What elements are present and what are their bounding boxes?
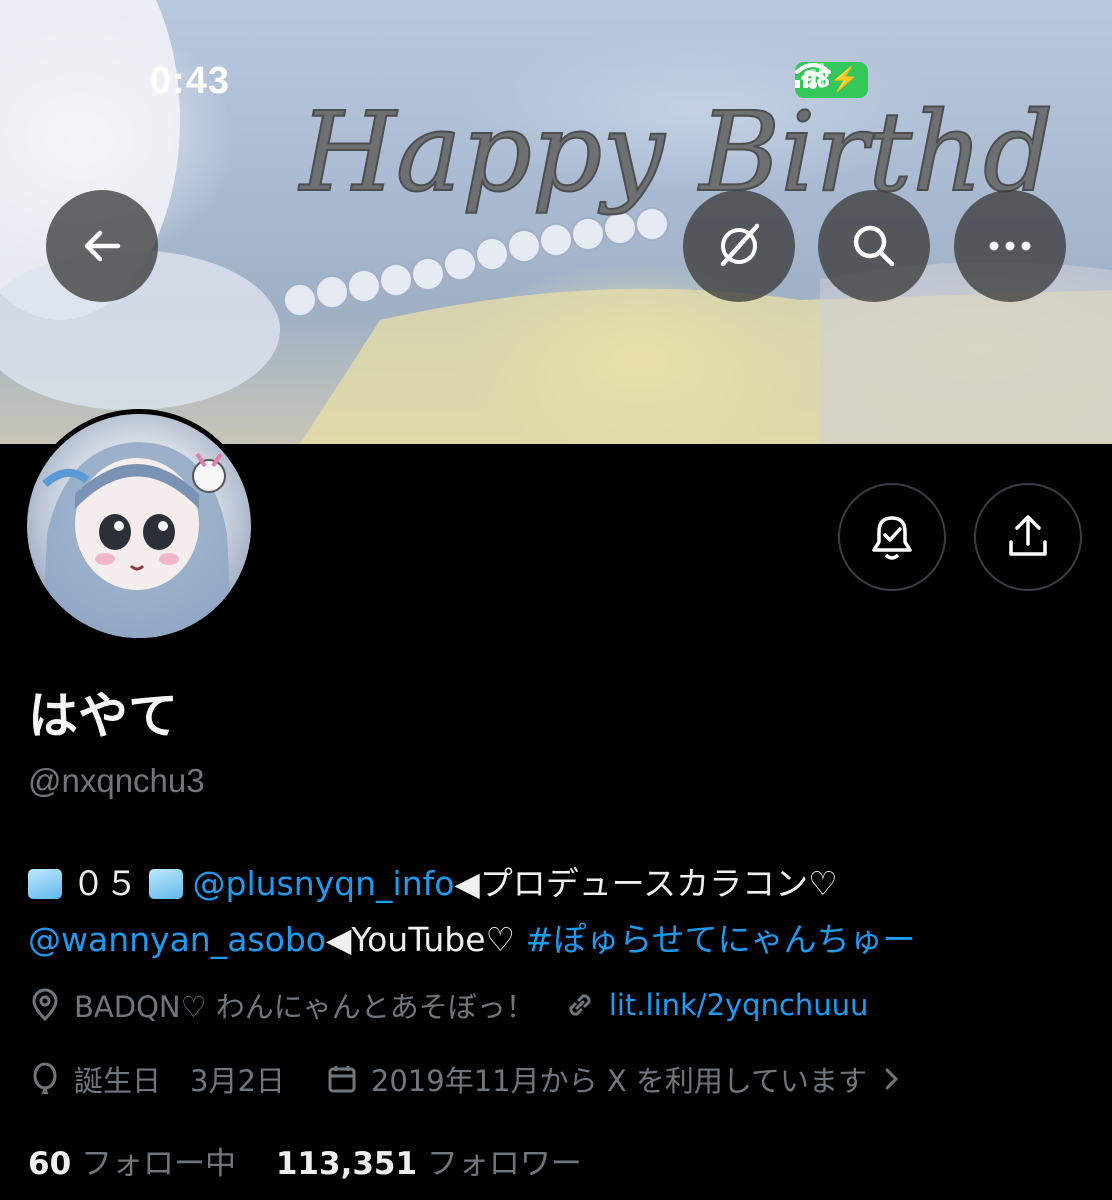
- bio-number: ０５: [72, 864, 138, 903]
- search-button[interactable]: [818, 190, 930, 302]
- profile-bio: ０５ @plusnyqn_info◀︎プロデュースカラコン♡ @wannyan_…: [28, 856, 1098, 968]
- profile-banner[interactable]: Happy Birthd 0:43 98⚡: [0, 0, 1112, 444]
- arrow-left-icon: [84, 230, 121, 262]
- calendar-icon: [328, 1066, 356, 1093]
- status-time: 0:43: [150, 60, 231, 102]
- share-button[interactable]: [974, 483, 1082, 591]
- chevron-right-icon[interactable]: [881, 1064, 903, 1094]
- location-text: BADQN♡ わんにゃんとあそぼっ！: [74, 990, 535, 1024]
- status-icons: 98⚡: [795, 62, 868, 98]
- bio-text: ◀︎YouTube♡: [325, 920, 526, 959]
- hashtag-link[interactable]: #ぽゅらせてにゃんちゅー: [526, 920, 916, 959]
- joined-text: 2019年11月から X を利用しています: [370, 1064, 868, 1098]
- avatar-illustration: [27, 414, 251, 638]
- grok-icon: [720, 223, 760, 267]
- mention-link[interactable]: @wannyan_asobo: [28, 920, 326, 959]
- profile-handle: @nxqnchu3: [28, 762, 205, 799]
- share-icon: [1009, 515, 1047, 556]
- followers-label: フォロワー: [426, 1146, 582, 1182]
- bell-check-icon: [872, 516, 912, 560]
- bio-text: ◀︎プロデュースカラコン♡: [454, 864, 838, 903]
- location-icon: [32, 988, 58, 1022]
- notification-button[interactable]: [838, 483, 946, 591]
- link-icon: [569, 994, 591, 1016]
- bio-line-2: @wannyan_asobo◀︎YouTube♡ #ぽゅらせてにゃんちゅー: [28, 912, 1098, 968]
- ice-cube-emoji: [28, 869, 62, 899]
- ice-cube-emoji: [148, 869, 183, 899]
- profile-avatar[interactable]: [22, 409, 256, 643]
- profile-meta-row: BADQN♡ わんにゃんとあそぼっ！ lit.link/2yqnchuuu: [28, 984, 868, 1026]
- following-label: フォロー中: [81, 1146, 236, 1182]
- followers-count: 113,351: [275, 1146, 418, 1182]
- more-icon: [989, 241, 1031, 251]
- mention-link[interactable]: @plusnyqn_info: [193, 864, 455, 903]
- grok-button[interactable]: [683, 190, 795, 302]
- bio-line-1: ０５ @plusnyqn_info◀︎プロデュースカラコン♡: [28, 856, 1098, 912]
- profile-meta-row: 誕生日 3月2日 2019年11月から X を利用しています: [28, 1058, 903, 1100]
- birthday-text: 誕生日 3月2日: [74, 1064, 285, 1098]
- followers-stat[interactable]: 113,351 フォロワー: [276, 1146, 582, 1182]
- balloon-icon: [33, 1062, 57, 1094]
- more-button[interactable]: [954, 190, 1066, 302]
- following-stat[interactable]: 60 フォロー中: [28, 1146, 236, 1182]
- following-count: 60: [28, 1146, 72, 1182]
- website-link[interactable]: lit.link/2yqnchuuu: [609, 988, 869, 1022]
- follow-stats: 60 フォロー中 113,351 フォロワー: [28, 1138, 582, 1183]
- search-icon: [853, 225, 895, 267]
- wifi-icon: [795, 63, 831, 89]
- profile-name: はやて: [28, 687, 178, 745]
- back-button[interactable]: [46, 190, 158, 302]
- charging-icon: ⚡: [829, 66, 860, 93]
- cake-lettering: Happy Birthd: [298, 88, 1054, 216]
